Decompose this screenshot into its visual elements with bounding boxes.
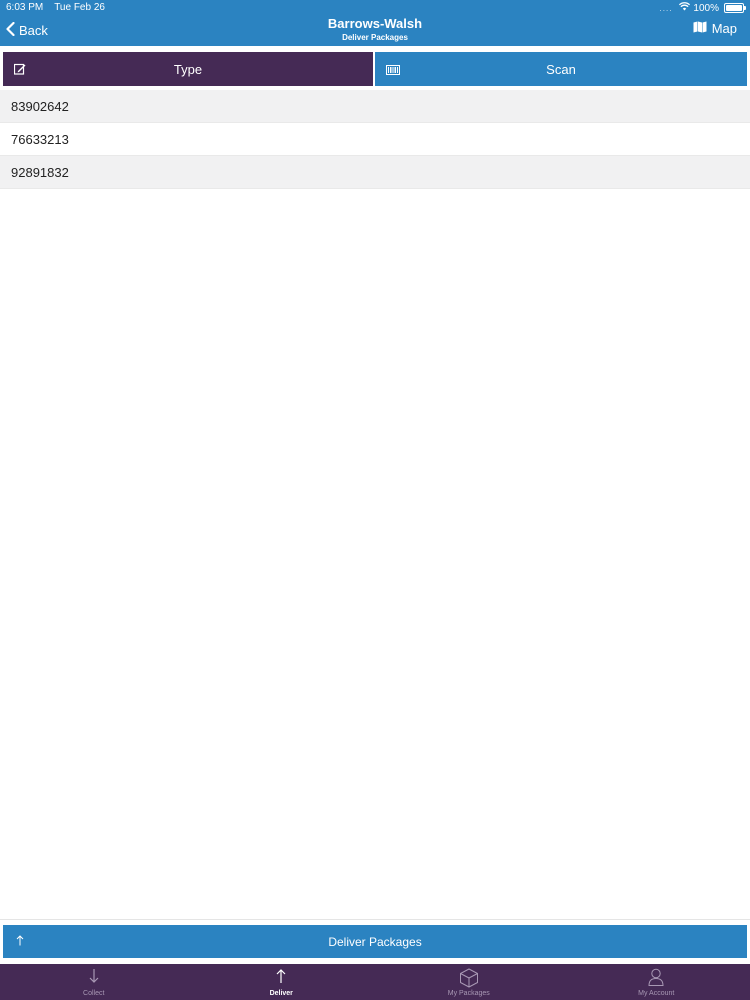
package-list: 83902642 76633213 92891832: [0, 90, 750, 189]
page-title: Barrows-Walsh: [327, 16, 423, 31]
deliver-packages-label: Deliver Packages: [328, 935, 422, 949]
status-bar-left: 6:03 PM Tue Feb 26: [6, 2, 105, 13]
tab-label: My Packages: [447, 990, 490, 997]
wifi-icon: [679, 2, 691, 14]
tab-my-account[interactable]: My Account: [563, 964, 750, 1000]
arrow-up-icon: [276, 968, 286, 989]
tab-label: Deliver: [269, 990, 293, 997]
map-icon: [693, 21, 707, 36]
tab-deliver[interactable]: Deliver: [188, 964, 376, 1000]
status-time: 6:03 PM: [6, 2, 44, 13]
scan-button[interactable]: Scan: [375, 52, 747, 86]
tab-label: My Account: [638, 990, 675, 997]
map-label: Map: [711, 21, 737, 36]
battery-icon: [724, 3, 746, 13]
signal-indicator: ....: [659, 3, 673, 13]
list-item[interactable]: 92891832: [0, 156, 750, 189]
page-subtitle: Deliver Packages: [342, 33, 408, 42]
deliver-packages-button[interactable]: Deliver Packages: [3, 925, 747, 958]
tab-bar: Collect Deliver My Packages My Account: [0, 964, 750, 1000]
status-bar-right: .... 100%: [659, 2, 746, 14]
list-item[interactable]: 83902642: [0, 90, 750, 123]
scan-label: Scan: [546, 62, 576, 77]
battery-percent: 100%: [693, 2, 719, 14]
type-button[interactable]: Type: [3, 52, 373, 86]
tab-my-packages[interactable]: My Packages: [375, 964, 563, 1000]
tab-collect[interactable]: Collect: [0, 964, 188, 1000]
tab-label: Collect: [83, 990, 105, 997]
footer-divider: [0, 919, 750, 920]
type-label: Type: [173, 62, 203, 77]
app-header: 6:03 PM Tue Feb 26 .... 100% Back Barrow…: [0, 0, 750, 46]
status-date: Tue Feb 26: [54, 2, 105, 13]
list-item[interactable]: 76633213: [0, 123, 750, 156]
person-icon: [648, 968, 664, 991]
map-button[interactable]: Map: [693, 21, 737, 36]
arrow-down-icon: [89, 968, 99, 989]
